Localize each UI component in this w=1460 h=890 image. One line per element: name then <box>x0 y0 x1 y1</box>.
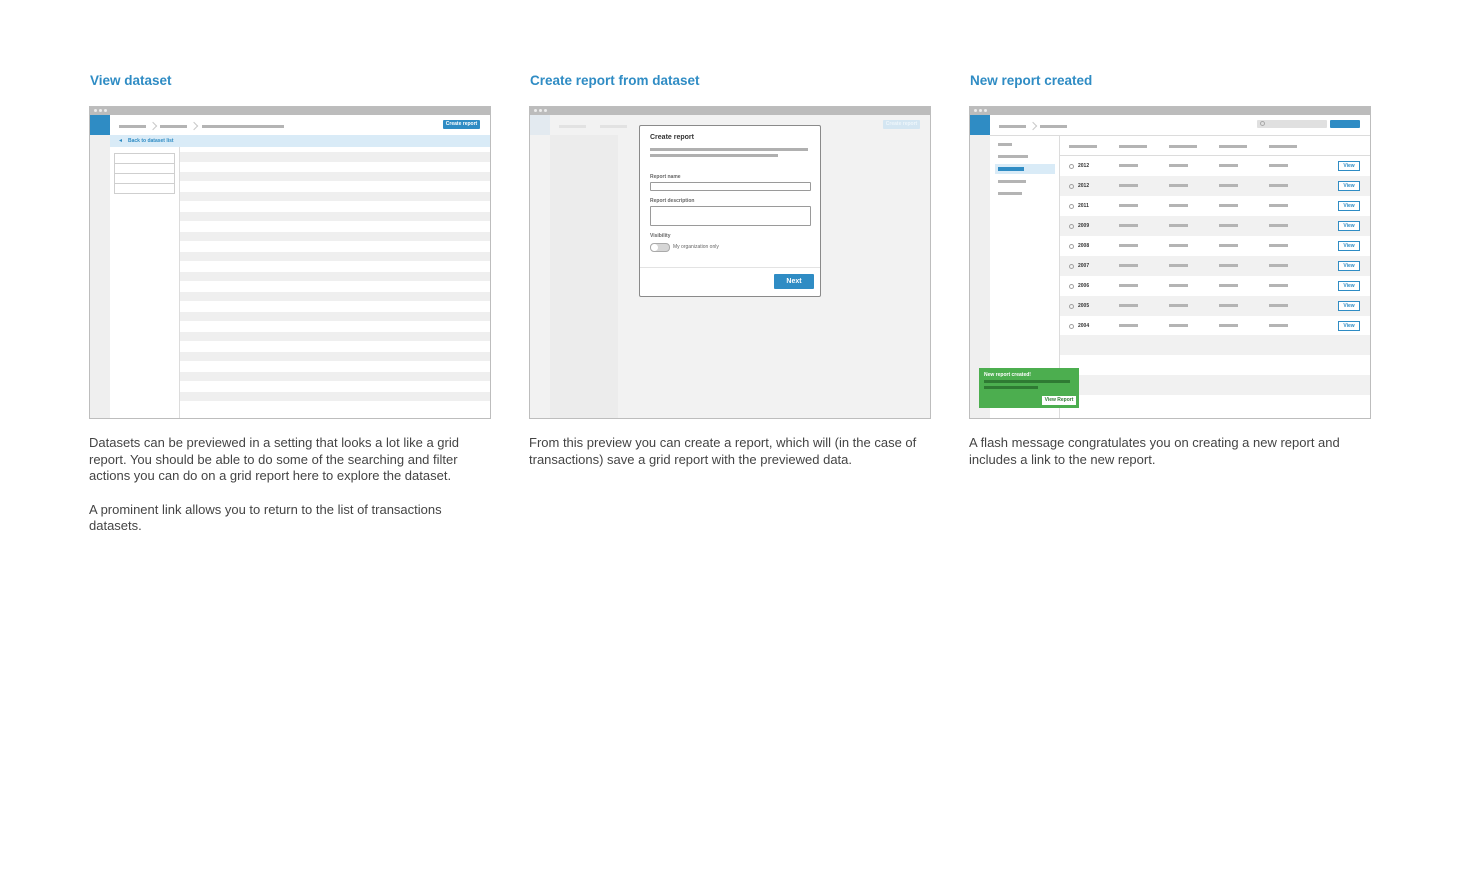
row-checkbox[interactable] <box>1069 224 1074 229</box>
row-year: 2009 <box>1078 223 1090 229</box>
wireframe-view-dataset: Create report ◂ Back to dataset list <box>89 106 491 419</box>
grid-row-stripe <box>180 252 490 261</box>
wireframe-new-report: 2012 View 2012 View 2011 View 2009 View 2008 View… <box>969 106 1371 419</box>
panel-title: View dataset <box>90 73 172 88</box>
table-row[interactable]: 2008 View <box>1060 236 1370 256</box>
view-button[interactable]: View <box>1338 261 1360 271</box>
grid-row-stripe <box>180 232 490 241</box>
table-row[interactable]: 2006 View <box>1060 276 1370 296</box>
left-rail <box>90 135 110 418</box>
grid-row-stripe <box>180 312 490 321</box>
next-button[interactable]: Next <box>774 274 814 289</box>
table-row[interactable]: 2012 View <box>1060 156 1370 176</box>
search-icon <box>1260 121 1265 126</box>
header-action-button[interactable] <box>1330 120 1360 128</box>
grid-row-stripe <box>180 192 490 201</box>
table-row[interactable]: 2012 View <box>1060 176 1370 196</box>
grid-row-stripe <box>180 352 490 361</box>
table-row[interactable]: 2005 View <box>1060 296 1370 316</box>
view-button[interactable]: View <box>1338 301 1360 311</box>
row-year: 2004 <box>1078 323 1090 329</box>
create-report-button[interactable]: Create report <box>443 120 480 129</box>
browser-chrome <box>90 107 490 115</box>
grid-row-stripe <box>180 272 490 281</box>
browser-chrome <box>970 107 1370 115</box>
search-input[interactable] <box>1257 120 1327 128</box>
row-checkbox[interactable] <box>1069 264 1074 269</box>
filter-box[interactable] <box>114 183 175 194</box>
row-checkbox[interactable] <box>1069 244 1074 249</box>
view-report-button[interactable]: View Report <box>1042 396 1076 405</box>
panel-description: A flash message congratulates you on cre… <box>969 435 1340 467</box>
report-description-input[interactable] <box>650 206 811 226</box>
row-year: 2005 <box>1078 303 1090 309</box>
browser-chrome <box>530 107 930 115</box>
row-year: 2008 <box>1078 243 1090 249</box>
grid-row-stripe <box>180 212 490 221</box>
table-row[interactable]: 2009 View <box>1060 216 1370 236</box>
app-logo <box>90 115 110 135</box>
create-report-button-disabled: Create report <box>883 120 920 129</box>
row-checkbox[interactable] <box>1069 324 1074 329</box>
row-checkbox[interactable] <box>1069 304 1074 309</box>
grid-row-stripe <box>180 392 490 401</box>
panel-description: Datasets can be previewed in a setting t… <box>89 435 459 533</box>
row-checkbox[interactable] <box>1069 184 1074 189</box>
view-button[interactable]: View <box>1338 241 1360 251</box>
table-row[interactable]: 2007 View <box>1060 256 1370 276</box>
grid-row-stripe <box>180 332 490 341</box>
app-logo <box>970 115 990 135</box>
arrow-left-icon: ◂ <box>119 138 123 144</box>
row-year: 2011 <box>1078 203 1089 209</box>
panel-title: New report created <box>970 73 1093 88</box>
back-to-dataset-list-link[interactable]: ◂ Back to dataset list <box>110 135 490 147</box>
row-checkbox[interactable] <box>1069 204 1074 209</box>
row-checkbox[interactable] <box>1069 284 1074 289</box>
row-year: 2012 <box>1078 183 1090 189</box>
view-button[interactable]: View <box>1338 201 1360 211</box>
panel-title: Create report from dataset <box>530 73 700 88</box>
view-button[interactable]: View <box>1338 281 1360 291</box>
row-year: 2012 <box>1078 163 1090 169</box>
table-row[interactable]: 2011 View <box>1060 196 1370 216</box>
panel-description: From this preview you can create a repor… <box>529 435 917 467</box>
row-year: 2006 <box>1078 283 1090 289</box>
modal-title: Create report <box>650 134 694 141</box>
view-button[interactable]: View <box>1338 321 1360 331</box>
view-button[interactable]: View <box>1338 221 1360 231</box>
wireframe-create-report: Create report Create report Report name … <box>529 106 931 419</box>
create-report-modal: Create report Report name Report descrip… <box>639 125 821 297</box>
view-button[interactable]: View <box>1338 181 1360 191</box>
grid-row-stripe <box>180 172 490 181</box>
view-button[interactable]: View <box>1338 161 1360 171</box>
row-year: 2007 <box>1078 263 1090 269</box>
report-name-input[interactable] <box>650 182 811 191</box>
grid-row-stripe <box>180 372 490 381</box>
grid-row-stripe <box>180 292 490 301</box>
table-row[interactable]: 2004 View <box>1060 316 1370 336</box>
visibility-toggle[interactable] <box>650 243 670 252</box>
sidebar-item-active[interactable] <box>995 164 1055 174</box>
flash-message: New report created! View Report <box>979 368 1079 408</box>
row-checkbox[interactable] <box>1069 164 1074 169</box>
